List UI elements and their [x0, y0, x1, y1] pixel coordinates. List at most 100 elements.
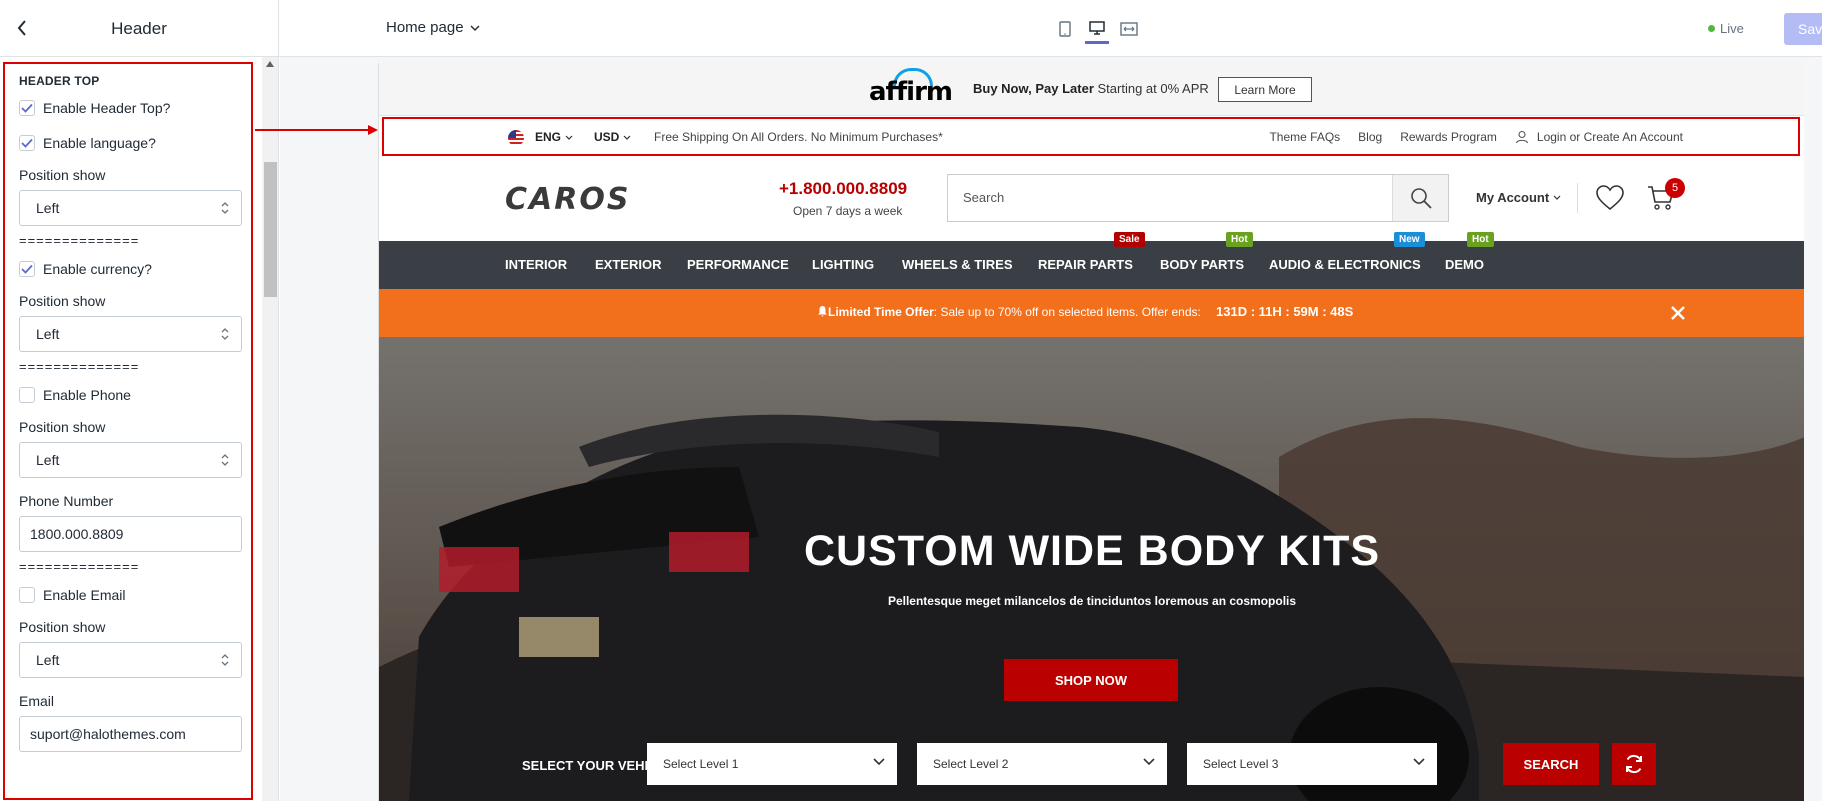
- checkbox-checked-icon[interactable]: [19, 260, 35, 277]
- checkbox-unchecked-icon[interactable]: [19, 386, 35, 403]
- menu-item-repair-parts[interactable]: REPAIR PARTS Sale: [1038, 232, 1145, 272]
- menu-item-body-parts[interactable]: BODY PARTS Hot: [1160, 232, 1253, 272]
- desktop-view-icon[interactable]: [1085, 14, 1109, 44]
- vehicle-search-button[interactable]: SEARCH: [1503, 743, 1599, 785]
- divider-text: ==============: [19, 558, 140, 574]
- select-value: Select Level 3: [1203, 757, 1279, 771]
- store-logo[interactable]: CAROS: [505, 182, 630, 217]
- store-search[interactable]: Search: [947, 174, 1449, 222]
- theme-faqs-link[interactable]: Theme FAQs: [1269, 130, 1340, 144]
- position-show-label: Position show: [19, 419, 106, 435]
- phone-number-field[interactable]: [19, 516, 242, 552]
- currency-position-select[interactable]: Left: [19, 316, 242, 352]
- menu-item-performance[interactable]: PERFORMANCE: [687, 257, 789, 272]
- blog-link[interactable]: Blog: [1358, 130, 1382, 144]
- store-phone[interactable]: +1.800.000.8809: [779, 179, 907, 199]
- checkbox-label: Enable currency?: [43, 260, 152, 277]
- page-selector[interactable]: Home page: [386, 19, 480, 36]
- login-link[interactable]: Login or Create An Account: [1515, 130, 1683, 144]
- my-account-menu[interactable]: My Account: [1476, 190, 1561, 205]
- shop-now-button[interactable]: SHOP NOW: [1004, 659, 1178, 701]
- enable-language-checkbox[interactable]: Enable language?: [19, 125, 251, 160]
- menu-label: REPAIR PARTS: [1038, 257, 1133, 272]
- menu-label: BODY PARTS: [1160, 257, 1245, 272]
- main-menu: INTERIOR EXTERIOR PERFORMANCE LIGHTING W…: [379, 232, 1804, 289]
- menu-label: AUDIO & ELECTRONICS: [1269, 257, 1421, 272]
- enable-email-checkbox[interactable]: Enable Email: [19, 577, 251, 612]
- menu-item-interior[interactable]: INTERIOR: [505, 257, 567, 272]
- select-arrows-icon: [221, 454, 229, 466]
- level-1-select[interactable]: Select Level 1: [647, 743, 897, 785]
- menu-item-wheels-tires[interactable]: WHEELS & TIRES: [902, 257, 1013, 272]
- email-field[interactable]: [19, 716, 242, 752]
- checkbox-label: Enable language?: [43, 134, 156, 151]
- store-hours: Open 7 days a week: [793, 204, 903, 218]
- settings-sidebar: HEADER TOP Enable Header Top? Enable lan…: [0, 57, 279, 801]
- sidebar-scrollbar[interactable]: [262, 57, 278, 801]
- header-separator: [1577, 183, 1578, 213]
- annotation-arrowhead: [368, 125, 378, 135]
- email-position-select[interactable]: Left: [19, 642, 242, 678]
- checkbox-checked-icon[interactable]: [19, 134, 35, 151]
- checkbox-label: Enable Phone: [43, 386, 131, 403]
- learn-more-button[interactable]: Learn More: [1218, 77, 1312, 102]
- wishlist-heart-icon[interactable]: [1595, 184, 1625, 217]
- my-account-label: My Account: [1476, 190, 1550, 205]
- live-dot-icon: [1708, 25, 1715, 32]
- scroll-thumb[interactable]: [264, 162, 277, 297]
- phone-number-label: Phone Number: [19, 493, 114, 509]
- affirm-message: Buy Now, Pay Later Starting at 0% APR: [973, 81, 1209, 96]
- position-show-label: Position show: [19, 293, 106, 309]
- currency-selector[interactable]: USD: [594, 130, 631, 144]
- enable-currency-checkbox[interactable]: Enable currency?: [19, 251, 251, 286]
- language-selector[interactable]: ENG: [535, 130, 573, 144]
- sidebar-header: Header: [0, 0, 279, 57]
- position-show-label: Position show: [19, 619, 106, 635]
- user-icon: [1515, 130, 1528, 144]
- select-arrows-icon: [221, 328, 229, 340]
- shipping-note: Free Shipping On All Orders. No Minimum …: [654, 130, 943, 144]
- chevron-down-icon: [623, 135, 631, 140]
- select-arrows-icon: [221, 202, 229, 214]
- scroll-up-arrow-icon[interactable]: [266, 61, 274, 67]
- refresh-icon[interactable]: [1612, 743, 1656, 785]
- chevron-down-icon: [470, 25, 480, 31]
- live-label: Live: [1720, 21, 1744, 36]
- menu-item-lighting[interactable]: LIGHTING: [812, 257, 874, 272]
- language-position-select[interactable]: Left: [19, 190, 242, 226]
- chevron-down-icon: [1143, 758, 1155, 766]
- menu-item-audio-electronics[interactable]: AUDIO & ELECTRONICS New: [1269, 232, 1425, 272]
- header-top-bar: ENG USD Free Shipping On All Orders. No …: [382, 117, 1800, 156]
- header-top-links: Theme FAQs Blog Rewards Program Login or…: [1269, 130, 1683, 144]
- menu-item-demo[interactable]: DEMO Hot: [1445, 232, 1494, 272]
- checkbox-checked-icon[interactable]: [19, 99, 35, 116]
- rewards-link[interactable]: Rewards Program: [1400, 130, 1497, 144]
- fullscreen-view-icon[interactable]: [1117, 14, 1141, 44]
- search-button[interactable]: [1392, 175, 1448, 221]
- search-input[interactable]: Search: [963, 190, 1004, 205]
- enable-phone-checkbox[interactable]: Enable Phone: [19, 377, 251, 412]
- save-button[interactable]: Save: [1784, 13, 1822, 45]
- device-switcher: [1053, 14, 1141, 44]
- menu-item-exterior[interactable]: EXTERIOR: [595, 257, 661, 272]
- storefront-preview: affirm Buy Now, Pay Later Starting at 0%…: [378, 63, 1804, 801]
- checkbox-unchecked-icon[interactable]: [19, 586, 35, 603]
- checkbox-label: Enable Header Top?: [43, 99, 171, 116]
- level-3-select[interactable]: Select Level 3: [1187, 743, 1437, 785]
- offer-bar: Limited Time Offer: Sale up to 70% off o…: [379, 289, 1804, 337]
- level-2-select[interactable]: Select Level 2: [917, 743, 1167, 785]
- offer-countdown: 131D : 11H : 59M : 48S: [1216, 304, 1354, 319]
- editor-topbar: Header Home page Live Save: [0, 0, 1822, 57]
- divider-text: ==============: [19, 358, 140, 374]
- select-value: Select Level 2: [933, 757, 1009, 771]
- bell-icon: [818, 306, 827, 317]
- new-badge: New: [1394, 232, 1425, 247]
- close-icon[interactable]: [1668, 303, 1688, 323]
- mobile-view-icon[interactable]: [1053, 14, 1077, 44]
- hero-title: CUSTOM WIDE BODY KITS: [803, 527, 1381, 575]
- enable-header-top-checkbox[interactable]: Enable Header Top?: [19, 90, 251, 125]
- phone-position-select[interactable]: Left: [19, 442, 242, 478]
- offer-bold-text: Limited Time Offer: [828, 305, 934, 319]
- back-arrow-icon[interactable]: [10, 16, 34, 40]
- language-label: ENG: [535, 130, 562, 144]
